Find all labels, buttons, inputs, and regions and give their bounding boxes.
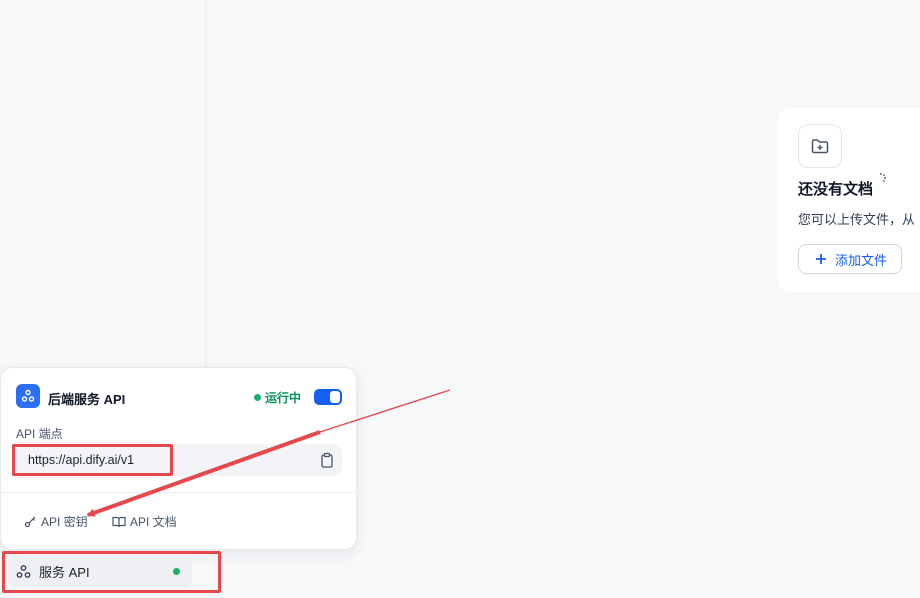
api-panel-title: 后端服务 API (48, 392, 126, 407)
endpoint-label: API 端点 (16, 427, 63, 441)
status-text: 运行中 (265, 391, 302, 405)
status-badge: 运行中 (254, 389, 301, 406)
api-key-link[interactable]: API 密钥 (24, 513, 88, 530)
nav-item-service-api[interactable]: 服务 API (8, 556, 192, 587)
empty-state-description: 您可以上传文件，从 (798, 212, 916, 227)
empty-state-title: 还没有文档 (798, 181, 874, 198)
api-key-label: API 密钥 (41, 515, 88, 529)
endpoint-field: https://api.dify.ai/v1 (14, 444, 342, 476)
add-file-button[interactable]: 添加文件 (798, 244, 902, 274)
sparkle-icon (880, 173, 886, 182)
book-icon (112, 516, 126, 527)
sidebar-divider (205, 0, 206, 368)
toggle-knob (330, 391, 340, 403)
plus-icon (816, 254, 826, 264)
backend-api-panel: 后端服务 API 运行中 API 端点 https://api.dify.ai/… (0, 367, 357, 550)
nav-item-label: 服务 API (39, 565, 90, 580)
status-dot (254, 394, 261, 401)
panel-divider (1, 492, 356, 493)
endpoint-url: https://api.dify.ai/v1 (28, 453, 135, 467)
api-docs-label: API 文档 (130, 515, 177, 529)
key-icon (24, 516, 36, 528)
api-nodes-icon (16, 565, 31, 578)
folder-add-icon (798, 124, 842, 168)
api-enable-toggle[interactable] (314, 389, 342, 405)
api-docs-link[interactable]: API 文档 (112, 513, 177, 530)
api-service-icon (16, 384, 40, 408)
clipboard-icon[interactable] (320, 452, 334, 473)
empty-state-card: 还没有文档 您可以上传文件，从 添加文件 (778, 108, 920, 292)
add-file-label: 添加文件 (835, 252, 888, 268)
nav-status-dot (173, 568, 180, 575)
